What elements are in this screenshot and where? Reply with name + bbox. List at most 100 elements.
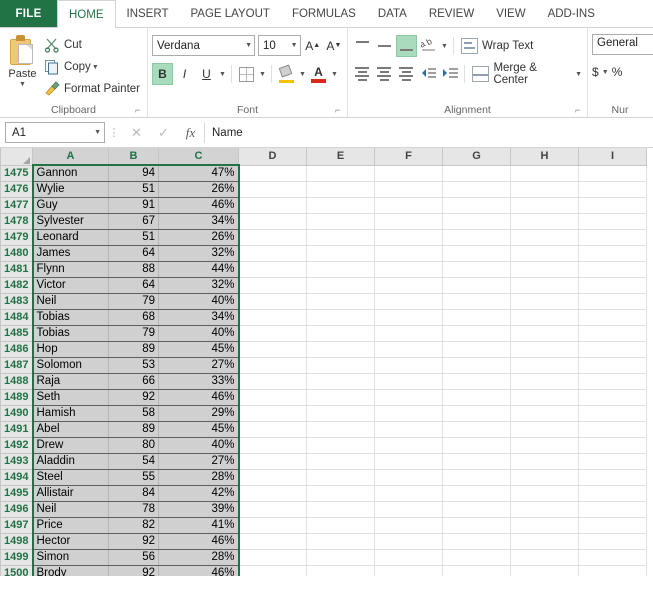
cell-empty[interactable] [306, 517, 375, 534]
cell-empty[interactable] [510, 341, 579, 358]
cell-empty[interactable] [442, 421, 511, 438]
cell-name[interactable]: Gannon [31, 165, 109, 182]
cell-score[interactable]: 79 [108, 293, 159, 310]
row-header[interactable]: 1487 [0, 356, 34, 374]
cell-score[interactable]: 51 [108, 229, 159, 246]
cell-empty[interactable] [238, 165, 307, 182]
cell-empty[interactable] [578, 181, 647, 198]
table-row[interactable]: 1487 Solomon 53 27% [0, 356, 647, 374]
name-box[interactable]: A1 ▼ [5, 122, 105, 143]
cell-empty[interactable] [306, 213, 375, 230]
column-header-f[interactable]: F [374, 148, 443, 166]
table-row[interactable]: 1489 Seth 92 46% [0, 388, 647, 406]
cell-score[interactable]: 88 [108, 261, 159, 278]
cell-empty[interactable] [578, 277, 647, 294]
cell-empty[interactable] [306, 453, 375, 470]
cell-score[interactable]: 67 [108, 213, 159, 230]
cell-percent[interactable]: 33% [158, 373, 240, 390]
table-row[interactable]: 1477 Guy 91 46% [0, 196, 647, 214]
cell-empty[interactable] [510, 533, 579, 550]
cell-score[interactable]: 66 [108, 373, 159, 390]
tab-insert[interactable]: INSERT [116, 0, 180, 27]
row-header[interactable]: 1497 [0, 516, 34, 534]
cell-empty[interactable] [442, 565, 511, 576]
cell-empty[interactable] [578, 517, 647, 534]
cell-empty[interactable] [374, 405, 443, 422]
table-row[interactable]: 1499 Simon 56 28% [0, 548, 647, 566]
cell-empty[interactable] [238, 405, 307, 422]
cell-empty[interactable] [374, 325, 443, 342]
column-header-a[interactable]: A [32, 148, 109, 166]
cell-score[interactable]: 89 [108, 341, 159, 358]
cell-percent[interactable]: 29% [158, 405, 240, 422]
wrap-text-button[interactable]: Wrap Text [458, 35, 533, 57]
row-header[interactable]: 1488 [0, 372, 34, 390]
row-header[interactable]: 1480 [0, 244, 34, 262]
italic-button[interactable]: I [174, 63, 195, 85]
copy-chevron-down-icon[interactable]: ▼ [91, 64, 100, 71]
cell-empty[interactable] [238, 341, 307, 358]
cell-empty[interactable] [238, 229, 307, 246]
cell-name[interactable]: Raja [31, 373, 109, 390]
cell-empty[interactable] [374, 533, 443, 550]
row-header[interactable]: 1481 [0, 260, 34, 278]
cell-empty[interactable] [510, 261, 579, 278]
table-row[interactable]: 1492 Drew 80 40% [0, 436, 647, 454]
tab-data[interactable]: DATA [367, 0, 418, 27]
row-header[interactable]: 1484 [0, 308, 34, 326]
cell-empty[interactable] [374, 213, 443, 230]
cell-empty[interactable] [510, 437, 579, 454]
cell-empty[interactable] [442, 325, 511, 342]
cell-score[interactable]: 64 [108, 277, 159, 294]
row-header[interactable]: 1489 [0, 388, 34, 406]
orientation-chevron-down-icon[interactable]: ▼ [440, 43, 449, 50]
cell-empty[interactable] [306, 341, 375, 358]
cell-empty[interactable] [442, 517, 511, 534]
table-row[interactable]: 1480 James 64 32% [0, 244, 647, 262]
font-color-chevron-down-icon[interactable]: ▼ [330, 71, 339, 78]
cell-empty[interactable] [238, 389, 307, 406]
merge-center-chevron-down-icon[interactable]: ▼ [574, 71, 583, 78]
cell-percent[interactable]: 28% [158, 549, 240, 566]
cell-empty[interactable] [238, 293, 307, 310]
table-row[interactable]: 1494 Steel 55 28% [0, 468, 647, 486]
cell-empty[interactable] [442, 213, 511, 230]
cell-empty[interactable] [510, 229, 579, 246]
cell-empty[interactable] [442, 357, 511, 374]
column-header-d[interactable]: D [238, 148, 307, 166]
cell-empty[interactable] [442, 389, 511, 406]
cell-percent[interactable]: 47% [158, 165, 240, 182]
table-row[interactable]: 1475 Gannon 94 47% [0, 164, 647, 182]
cell-name[interactable]: Abel [31, 421, 109, 438]
cell-empty[interactable] [374, 357, 443, 374]
decrease-indent-button[interactable] [418, 63, 439, 85]
table-row[interactable]: 1491 Abel 89 45% [0, 420, 647, 438]
cell-empty[interactable] [510, 213, 579, 230]
table-row[interactable]: 1478 Sylvester 67 34% [0, 212, 647, 230]
cell-empty[interactable] [306, 533, 375, 550]
cell-score[interactable]: 79 [108, 325, 159, 342]
cell-name[interactable]: Allistair [31, 485, 109, 502]
cell-empty[interactable] [374, 309, 443, 326]
tab-home[interactable]: HOME [57, 0, 116, 28]
table-row[interactable]: 1488 Raja 66 33% [0, 372, 647, 390]
row-header[interactable]: 1495 [0, 484, 34, 502]
cell-empty[interactable] [374, 181, 443, 198]
number-format-combo[interactable]: General [592, 34, 653, 55]
currency-button[interactable]: $ [592, 65, 599, 79]
cell-score[interactable]: 56 [108, 549, 159, 566]
cell-empty[interactable] [238, 213, 307, 230]
copy-button[interactable]: Copy ▼ [41, 57, 143, 77]
cell-empty[interactable] [238, 181, 307, 198]
cell-empty[interactable] [374, 373, 443, 390]
table-row[interactable]: 1486 Hop 89 45% [0, 340, 647, 358]
cell-empty[interactable] [510, 293, 579, 310]
cell-empty[interactable] [578, 565, 647, 576]
cell-percent[interactable]: 39% [158, 501, 240, 518]
row-header[interactable]: 1492 [0, 436, 34, 454]
cell-empty[interactable] [238, 437, 307, 454]
column-header-g[interactable]: G [442, 148, 511, 166]
name-box-chevron-down-icon[interactable]: ▼ [94, 129, 101, 136]
cell-score[interactable]: 58 [108, 405, 159, 422]
tab-view[interactable]: VIEW [485, 0, 536, 27]
